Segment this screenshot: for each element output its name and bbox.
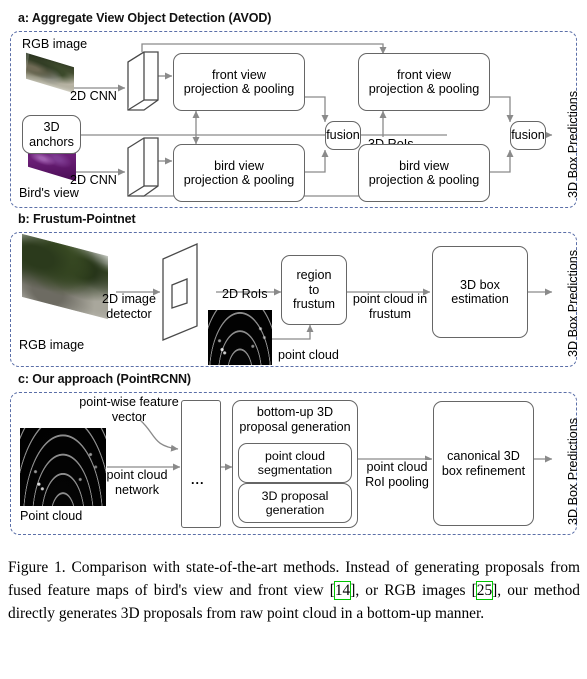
panel-b-pc-in-frustum-label: point cloud in frustum	[348, 292, 432, 321]
figure-diagram: a: Aggregate View Object Detection (AVOD…	[0, 0, 587, 548]
panel-a-birds-view-label: Bird's view	[19, 186, 79, 200]
panel-b-point-cloud-label: point cloud	[278, 348, 339, 362]
front-view-1-line-2: projection & pooling	[183, 82, 295, 96]
pooling-line-2: RoI pooling	[365, 474, 429, 489]
panel-c-roi-pooling-label: point cloud RoI pooling	[358, 460, 436, 489]
panel-a-cnn-top-label: 2D CNN	[70, 89, 117, 103]
panel-b-rgb-image-label: RGB image	[19, 338, 85, 352]
box-fusion-1: fusion	[325, 121, 361, 150]
anchors-line-1: 3D	[43, 120, 60, 134]
citation-ref-25[interactable]: 25	[475, 581, 494, 600]
bird-view-2-line-1: bird view	[399, 158, 449, 173]
stack-ellipsis: ...	[191, 473, 205, 487]
detector-line-2: detector	[106, 306, 152, 321]
box-canonical-3d-box-refinement: canonical 3D box refinement	[433, 401, 534, 526]
box-fusion-2: fusion	[510, 121, 546, 150]
panel-c-network-label: point cloud network	[93, 468, 181, 497]
bird-view-1-line-1: bird view	[214, 158, 264, 173]
box-3d-box-estimation: 3D box estimation	[432, 246, 528, 338]
box-point-cloud-segmentation: point cloud segmentation	[238, 443, 352, 483]
front-view-1-line-1: front view	[212, 67, 266, 82]
refine-line-2: box refinement	[441, 463, 526, 478]
refine-line-1: canonical 3D	[447, 449, 520, 463]
box-bird-view-projection-2: bird view projection & pooling	[358, 144, 490, 202]
panel-c-output-label: 3D Box Predictions	[566, 417, 580, 525]
seg-line-2: segmentation	[257, 463, 333, 477]
box-region-to-frustum: region to frustum	[281, 255, 347, 325]
panel-b-output-label: 3D Box Predictions	[566, 249, 580, 357]
panel-b-heading: b: Frustum-Pointnet	[18, 212, 136, 226]
anchors-line-2: anchors	[29, 134, 74, 149]
box-front-view-projection-1: front view projection & pooling	[173, 53, 305, 111]
panel-c-point-cloud-label: Point cloud	[20, 509, 83, 523]
prop-line-1: 3D proposal	[261, 488, 329, 503]
panel-b-point-cloud-thumbnail	[208, 310, 272, 365]
box-bird-view-projection-1: bird view projection & pooling	[173, 144, 305, 202]
panel-c-feature-vector-label: point-wise feature vector	[79, 395, 179, 424]
bottomup-line-2: proposal generation	[239, 419, 351, 434]
box-front-view-projection-2: front view projection & pooling	[358, 53, 490, 111]
seg-line-1: point cloud	[265, 448, 325, 463]
figure-caption: Figure 1. Comparison with state-of-the-a…	[8, 556, 580, 625]
feature-vector-line-1: point-wise	[79, 395, 136, 409]
front-view-2-line-1: front view	[397, 67, 451, 82]
network-line-2: network	[114, 482, 160, 497]
network-line-1: point cloud	[106, 468, 168, 482]
box-3d-proposal-generation: 3D proposal generation	[238, 483, 352, 523]
pooling-line-1: point cloud	[366, 460, 428, 474]
fusion-1-label: fusion	[326, 128, 360, 143]
prop-line-2: generation	[265, 503, 325, 517]
bird-view-1-line-2: projection & pooling	[183, 173, 295, 187]
frustum-line-1: region	[296, 268, 332, 283]
frustum-line-2: to	[308, 282, 320, 297]
box-est-line-2: estimation	[451, 292, 509, 306]
bird-view-2-line-2: projection & pooling	[368, 173, 480, 187]
caption-part-2: ], or RGB images [	[350, 582, 477, 599]
panel-b-detector-label: 2D image detector	[86, 292, 172, 321]
feature-vector-stack	[181, 400, 221, 528]
panel-a-output-label: 3D Box Predictions	[566, 90, 580, 198]
pc-in-frustum-line-1: point cloud	[352, 292, 414, 306]
front-view-2-line-2: projection & pooling	[368, 82, 480, 96]
frustum-line-3: frustum	[293, 297, 335, 312]
citation-ref-14[interactable]: 14	[333, 581, 352, 600]
detector-line-1: 2D image	[102, 292, 156, 306]
panel-a-heading: a: Aggregate View Object Detection (AVOD…	[18, 11, 272, 25]
fusion-2-label: fusion	[511, 128, 545, 143]
panel-b-2d-rois-label: 2D RoIs	[222, 287, 268, 301]
box-est-line-1: 3D box	[460, 277, 500, 292]
box-3d-anchors: 3D anchors	[22, 115, 81, 154]
panel-a-rgb-image-label: RGB image	[22, 37, 88, 51]
panel-c-heading: c: Our approach (PointRCNN)	[18, 372, 191, 386]
bottomup-line-1: bottom-up 3D	[256, 405, 334, 419]
